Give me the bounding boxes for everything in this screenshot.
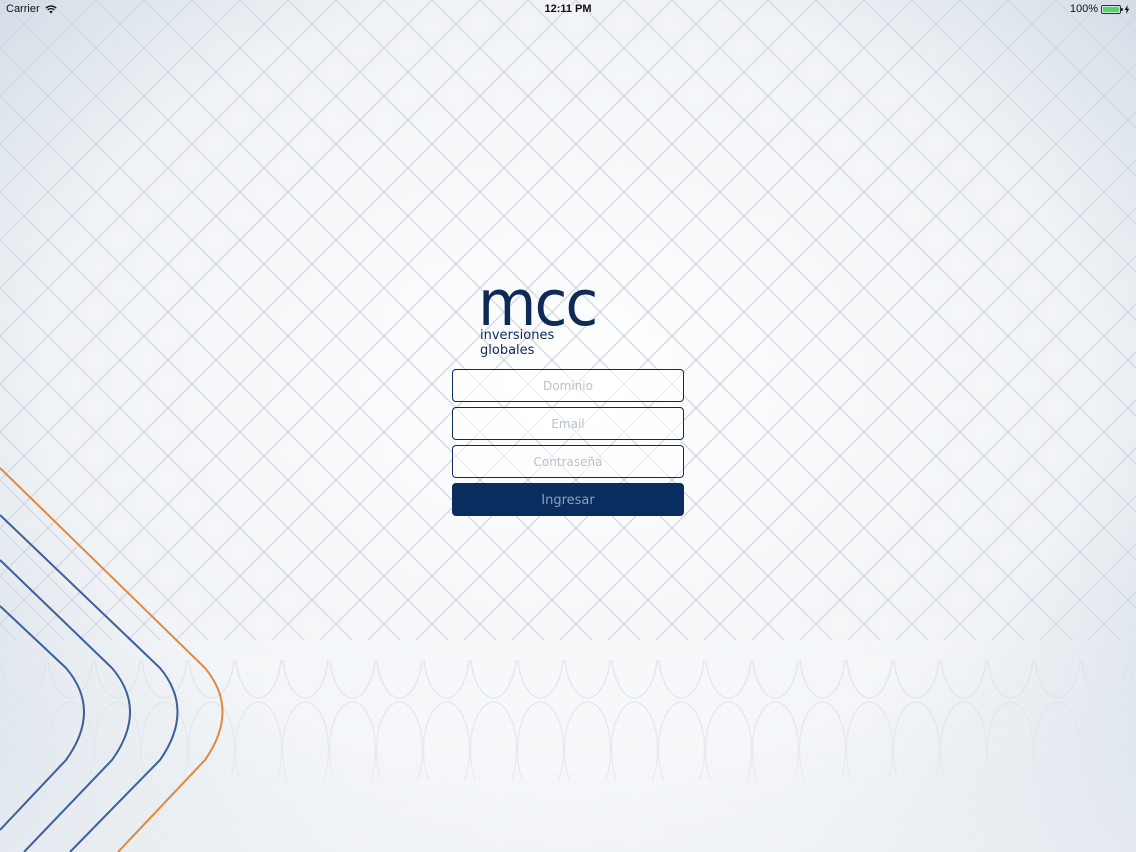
charging-bolt-icon xyxy=(1124,4,1130,14)
login-form: Ingresar xyxy=(452,369,684,516)
brand-logo: mcc inversiones globales xyxy=(478,267,618,362)
status-bar: Carrier 12:11 PM 100% xyxy=(0,0,1136,18)
email-field[interactable] xyxy=(452,407,684,440)
battery-icon xyxy=(1101,4,1123,14)
login-button[interactable]: Ingresar xyxy=(452,483,684,516)
logo-tagline-line2: globales xyxy=(480,343,535,358)
domain-field[interactable] xyxy=(452,369,684,402)
battery-percent: 100% xyxy=(1069,3,1098,15)
logo-mark: mcc xyxy=(478,267,598,341)
battery-fill xyxy=(1103,6,1119,12)
password-field[interactable] xyxy=(452,445,684,478)
clock: 12:11 PM xyxy=(544,3,592,15)
status-right: 100% xyxy=(1070,3,1130,15)
login-screen: Carrier 12:11 PM 100% mcc inversiones gl… xyxy=(0,0,1136,852)
